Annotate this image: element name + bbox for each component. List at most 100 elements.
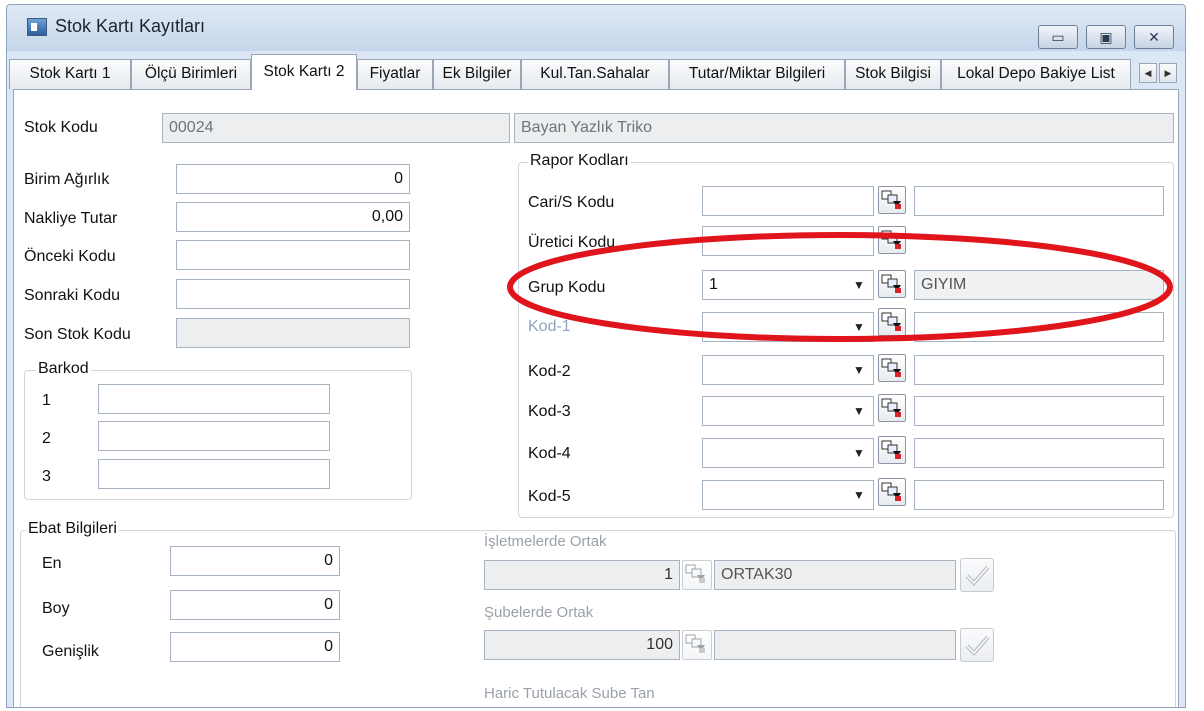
stok-kodu-label: Stok Kodu xyxy=(24,119,98,136)
isletmelerde-lookup-button[interactable] xyxy=(682,560,712,590)
tab-stok-bilgisi[interactable]: Stok Bilgisi xyxy=(845,59,941,89)
tab-ek-bilgiler[interactable]: Ek Bilgiler xyxy=(433,59,521,89)
maximize-button[interactable]: ▣ xyxy=(1086,25,1126,49)
boy-label: Boy xyxy=(42,600,70,617)
kod-5-dropdown-arrow[interactable]: ▼ xyxy=(850,481,868,509)
kod-3-desc[interactable] xyxy=(914,396,1164,426)
cari-s-kodu-lookup-button[interactable] xyxy=(878,186,906,214)
kod-2-desc[interactable] xyxy=(914,355,1164,385)
kod-5-lookup-button[interactable] xyxy=(878,478,906,506)
grup-kodu-lookup-button[interactable] xyxy=(878,270,906,298)
barkod-3-field[interactable] xyxy=(98,459,330,489)
tab-olcu-birimleri[interactable]: Ölçü Birimleri xyxy=(131,59,251,89)
maximize-icon: ▣ xyxy=(1099,28,1113,45)
close-button[interactable]: ✕ xyxy=(1134,25,1174,49)
uretici-kodu-label: Üretici Kodu xyxy=(528,234,616,251)
birim-agirlik-label: Birim Ağırlık xyxy=(24,171,110,188)
cari-s-kodu-field[interactable] xyxy=(702,186,874,216)
kod-3-dropdown-arrow[interactable]: ▼ xyxy=(850,397,868,425)
birim-agirlik-field[interactable]: 0 xyxy=(176,164,410,194)
sonraki-kodu-label: Sonraki Kodu xyxy=(24,287,121,304)
nakliye-tutar-label: Nakliye Tutar xyxy=(24,210,118,227)
subelerde-confirm-button[interactable] xyxy=(960,628,994,662)
kod-2-dropdown-arrow[interactable]: ▼ xyxy=(850,356,868,384)
son-stok-kodu-field[interactable] xyxy=(176,318,410,348)
grup-kodu-desc[interactable]: GIYIM xyxy=(914,270,1164,300)
son-stok-kodu-label: Son Stok Kodu xyxy=(24,326,131,343)
kod-3-combo[interactable] xyxy=(702,396,874,426)
tab-kul-tan-sahalar[interactable]: Kul.Tan.Sahalar xyxy=(521,59,669,89)
sonraki-kodu-field[interactable] xyxy=(176,279,410,309)
title-bar[interactable]: Stok Kartı Kayıtları ▭ ▣ ✕ xyxy=(7,5,1185,51)
stok-karti-2-page: Stok Kodu 00024 Bayan Yazlık Triko Birim… xyxy=(13,89,1179,707)
kod-3-label: Kod-3 xyxy=(528,403,571,420)
barkod-group-title: Barkod xyxy=(36,360,91,378)
en-field[interactable]: 0 xyxy=(170,546,340,576)
kod-4-desc[interactable] xyxy=(914,438,1164,468)
uretici-kodu-lookup-button[interactable] xyxy=(878,226,906,254)
tab-scroll-left-button[interactable]: ◀ xyxy=(1139,63,1157,83)
tab-stok-karti-2[interactable]: Stok Kartı 2 xyxy=(251,54,357,90)
isletmelerde-ortak-label: İşletmelerde Ortak xyxy=(484,533,607,550)
nakliye-tutar-field[interactable]: 0,00 xyxy=(176,202,410,232)
lookup-icon xyxy=(685,564,705,583)
check-icon xyxy=(965,635,990,656)
subelerde-lookup-button[interactable] xyxy=(682,630,712,660)
barkod-1-field[interactable] xyxy=(98,384,330,414)
kod-4-combo[interactable] xyxy=(702,438,874,468)
kod-1-combo[interactable] xyxy=(702,312,874,342)
kod-4-dropdown-arrow[interactable]: ▼ xyxy=(850,439,868,467)
barkod-2-label: 2 xyxy=(42,430,51,447)
stok-karti-window: Stok Kartı Kayıtları ▭ ▣ ✕ Stok Kartı 1 … xyxy=(6,4,1186,708)
tab-fiyatlar[interactable]: Fiyatlar xyxy=(357,59,433,89)
kod-5-label: Kod-5 xyxy=(528,488,571,505)
barkod-2-field[interactable] xyxy=(98,421,330,451)
cari-s-kodu-desc[interactable] xyxy=(914,186,1164,216)
kod-4-label: Kod-4 xyxy=(528,445,571,462)
tab-tutar-miktar-bilgileri[interactable]: Tutar/Miktar Bilgileri xyxy=(669,59,845,89)
kod-2-lookup-button[interactable] xyxy=(878,354,906,382)
stok-adi-field[interactable]: Bayan Yazlık Triko xyxy=(514,113,1174,143)
kod-1-lookup-button[interactable] xyxy=(878,308,906,336)
barkod-1-label: 1 xyxy=(42,392,51,409)
tab-strip: Stok Kartı 1 Ölçü Birimleri Stok Kartı 2… xyxy=(7,54,1185,90)
minimize-icon: ▭ xyxy=(1051,28,1065,45)
grup-kodu-combo[interactable]: 1 xyxy=(702,270,874,300)
rapor-kodlari-title: Rapor Kodları xyxy=(528,152,631,170)
genislik-label: Genişlik xyxy=(42,643,99,660)
tab-stok-karti-1[interactable]: Stok Kartı 1 xyxy=(9,59,131,89)
genislik-field[interactable]: 0 xyxy=(170,632,340,662)
uretici-kodu-field[interactable] xyxy=(702,226,874,256)
isletmelerde-ortak-desc[interactable]: ORTAK30 xyxy=(714,560,956,590)
grup-kodu-dropdown-arrow[interactable]: ▼ xyxy=(850,271,868,299)
window-title: Stok Kartı Kayıtları xyxy=(55,16,206,36)
check-icon xyxy=(965,565,990,586)
onceki-kodu-field[interactable] xyxy=(176,240,410,270)
arrow-left-icon: ◀ xyxy=(1144,68,1152,78)
isletmelerde-ortak-field[interactable]: 1 xyxy=(484,560,680,590)
grup-kodu-label: Grup Kodu xyxy=(528,279,606,296)
lookup-icon xyxy=(881,274,901,293)
tab-lokal-depo-bakiye-list[interactable]: Lokal Depo Bakiye List xyxy=(941,59,1131,89)
kod-5-desc[interactable] xyxy=(914,480,1164,510)
kod-4-lookup-button[interactable] xyxy=(878,436,906,464)
kod-1-dropdown-arrow[interactable]: ▼ xyxy=(850,313,868,341)
subelerde-ortak-desc[interactable] xyxy=(714,630,956,660)
kod-2-combo[interactable] xyxy=(702,355,874,385)
kod-5-combo[interactable] xyxy=(702,480,874,510)
tab-scroll-right-button[interactable]: ▶ xyxy=(1159,63,1177,83)
lookup-icon xyxy=(881,312,901,331)
stok-kodu-field[interactable]: 00024 xyxy=(162,113,510,143)
subelerde-ortak-field[interactable]: 100 xyxy=(484,630,680,660)
kod-3-lookup-button[interactable] xyxy=(878,394,906,422)
lookup-icon xyxy=(685,634,705,653)
lookup-icon xyxy=(881,358,901,377)
boy-field[interactable]: 0 xyxy=(170,590,340,620)
kod-1-desc[interactable] xyxy=(914,312,1164,342)
minimize-button[interactable]: ▭ xyxy=(1038,25,1078,49)
kod-2-label: Kod-2 xyxy=(528,363,571,380)
isletmelerde-confirm-button[interactable] xyxy=(960,558,994,592)
lookup-icon xyxy=(881,440,901,459)
barkod-3-label: 3 xyxy=(42,468,51,485)
haric-tutulacak-sube-label: Haric Tutulacak Sube Tan xyxy=(484,685,655,702)
